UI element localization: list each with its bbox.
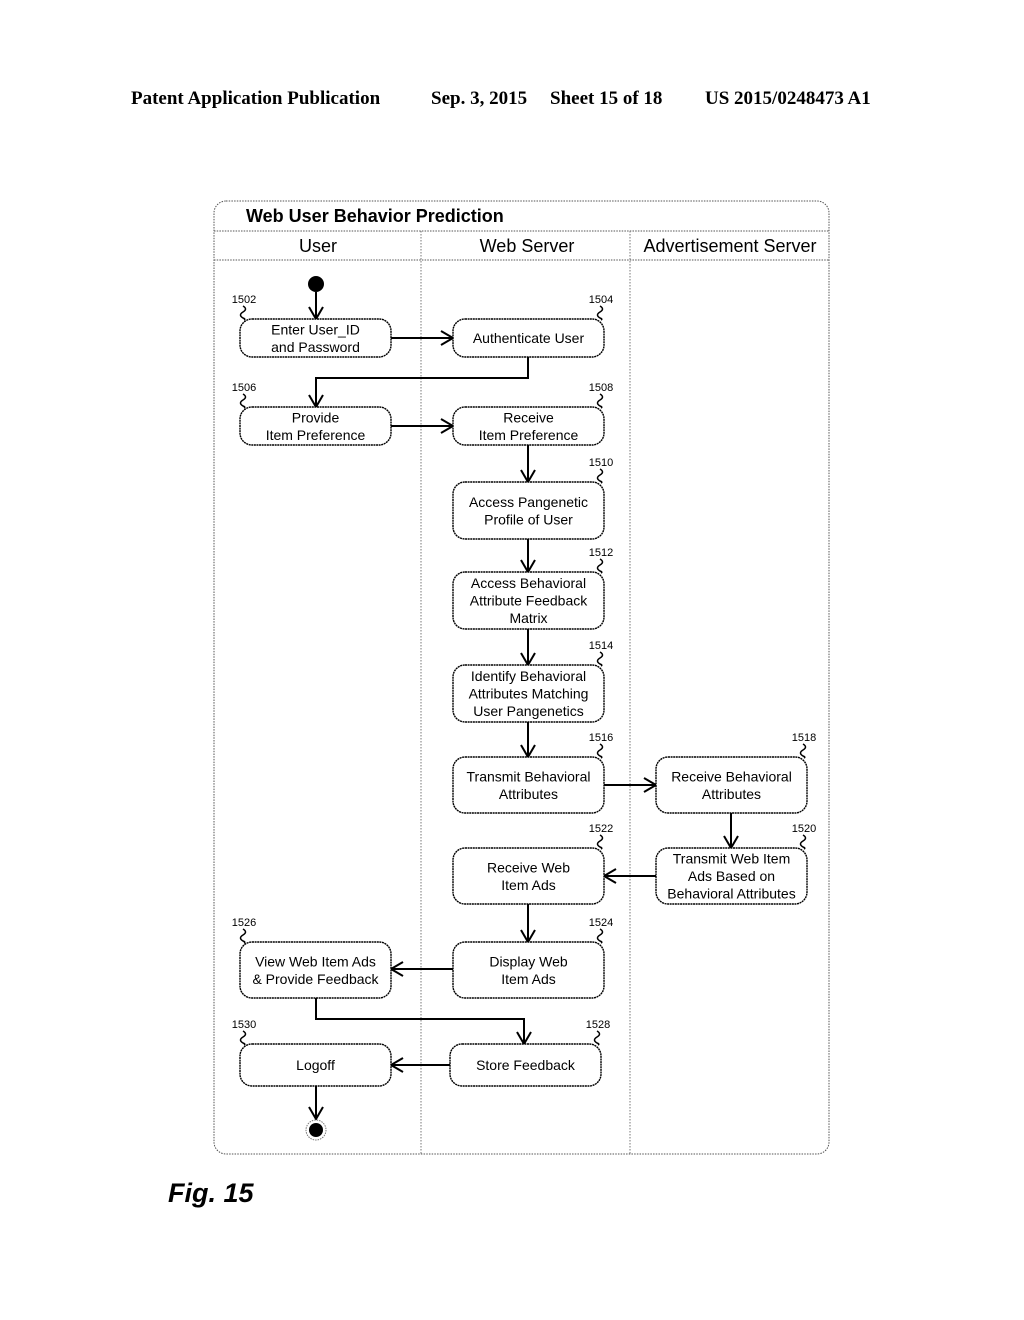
activity-label: Identify Behavioral bbox=[471, 668, 586, 684]
activity-label: & Provide Feedback bbox=[252, 971, 379, 987]
reference-number: 1522 bbox=[589, 823, 613, 835]
reference-number: 1530 bbox=[232, 1019, 256, 1031]
edge-1526-to-1528 bbox=[315, 998, 532, 1046]
activity-label: View Web Item Ads bbox=[255, 953, 376, 969]
reference-leader bbox=[596, 834, 604, 850]
activity-diagram: Web User Behavior Prediction User Web Se… bbox=[213, 200, 830, 1155]
activity-label: Display Web bbox=[489, 953, 568, 969]
activity-label: Enter User_ID bbox=[271, 321, 360, 337]
activity-label: Store Feedback bbox=[476, 1057, 576, 1073]
activity-label: and Password bbox=[271, 339, 360, 355]
reference-leader bbox=[239, 305, 247, 321]
activity-node-1506: Provide Item Preference 1506 bbox=[232, 382, 392, 446]
reference-number: 1524 bbox=[589, 917, 613, 929]
edge-1524-to-1526 bbox=[389, 961, 453, 977]
reference-leader bbox=[799, 743, 807, 759]
lane-header-user: User bbox=[299, 236, 337, 256]
activity-label: Provide bbox=[292, 409, 340, 425]
activity-node-1526: View Web Item Ads & Provide Feedback 1526 bbox=[232, 917, 392, 999]
activity-label: Item Preference bbox=[479, 427, 579, 443]
edge-line bbox=[315, 998, 525, 1044]
lane-header-web-server: Web Server bbox=[480, 236, 575, 256]
reference-number: 1510 bbox=[589, 457, 613, 469]
edge-1514-to-1516 bbox=[520, 722, 536, 759]
reference-number: 1512 bbox=[589, 547, 613, 559]
activity-node-1502: Enter User_IDand Password 1502 bbox=[232, 294, 392, 358]
end-node bbox=[309, 1123, 323, 1137]
activity-label: Authenticate User bbox=[473, 330, 585, 346]
start-node bbox=[308, 276, 324, 292]
activity-node-1504: Authenticate User 1504 bbox=[452, 294, 613, 358]
activity-label: Receive bbox=[503, 409, 554, 425]
activity-label: Transmit Behavioral bbox=[467, 768, 591, 784]
reference-leader bbox=[596, 393, 604, 409]
reference-leader bbox=[596, 468, 604, 484]
activity-node-1528: Store Feedback 1528 bbox=[449, 1019, 610, 1087]
edge-1504-to-1506 bbox=[308, 357, 529, 409]
activity-node-1512: Access Behavioral Attribute FeedbackMatri… bbox=[452, 547, 613, 630]
edge-1506-to-1508 bbox=[391, 418, 455, 434]
activity-label: Attributes Matching bbox=[469, 686, 589, 702]
lane-header-advertisement-server: Advertisement Server bbox=[643, 236, 816, 256]
activity-label: Access Behavioral bbox=[471, 575, 586, 591]
reference-leader bbox=[799, 834, 807, 850]
activity-label: Access Pangenetic bbox=[469, 494, 588, 510]
reference-number: 1508 bbox=[589, 382, 613, 394]
diagram-title: Web User Behavior Prediction bbox=[246, 206, 504, 226]
activity-node-1518: Receive Behavioral Attributes 1518 bbox=[655, 732, 816, 814]
activity-label: Matrix bbox=[509, 610, 547, 626]
activity-node-1514: Identify Behavioral Attributes MatchingUs… bbox=[452, 640, 613, 723]
reference-leader bbox=[239, 928, 247, 944]
reference-leader bbox=[239, 393, 247, 409]
reference-number: 1518 bbox=[792, 732, 816, 744]
activity-label: Item Ads bbox=[501, 971, 555, 987]
reference-leader bbox=[596, 651, 604, 667]
activity-label: Receive Web bbox=[487, 859, 570, 875]
reference-number: 1504 bbox=[589, 294, 613, 306]
edge-1502-to-1504 bbox=[391, 330, 455, 346]
reference-leader bbox=[239, 1030, 247, 1046]
reference-leader bbox=[596, 928, 604, 944]
activity-node-1530: Logoff 1530 bbox=[232, 1019, 392, 1087]
edge-1512-to-1514 bbox=[520, 629, 536, 667]
activity-label: Transmit Web Item bbox=[673, 851, 790, 867]
edge-line bbox=[315, 357, 529, 407]
activity-label: Receive Behavioral bbox=[671, 768, 792, 784]
activity-node-1520: Transmit Web ItemAds Based on Behavioral … bbox=[655, 823, 816, 905]
reference-number: 1528 bbox=[586, 1019, 610, 1031]
activity-label: Item Preference bbox=[266, 427, 366, 443]
edge-1518-to-1520 bbox=[723, 813, 739, 850]
activity-label: User Pangenetics bbox=[473, 703, 584, 719]
activity-node-1508: Receive Item Preference 1508 bbox=[452, 382, 613, 446]
edge-1522-to-1524 bbox=[520, 904, 536, 944]
activity-label: Attributes bbox=[499, 786, 558, 802]
figure-label: Fig. 15 bbox=[168, 1178, 254, 1208]
activity-node-1510: Access PangeneticProfile of User 1510 bbox=[452, 457, 613, 540]
reference-number: 1520 bbox=[792, 823, 816, 835]
reference-leader bbox=[596, 305, 604, 321]
activity-label: Behavioral Attributes bbox=[667, 886, 795, 902]
activity-label: Profile of User bbox=[484, 511, 573, 527]
edge-start-to-1502 bbox=[308, 292, 324, 321]
reference-leader bbox=[596, 558, 604, 574]
activity-label: Logoff bbox=[296, 1057, 335, 1073]
activity-label: Attribute Feedback bbox=[470, 593, 589, 609]
activity-label: Item Ads bbox=[501, 877, 555, 893]
edge-1510-to-1512 bbox=[520, 539, 536, 574]
edge-1530-to-end bbox=[308, 1086, 324, 1121]
activity-node-1524: Display Web Item Ads 1524 bbox=[452, 917, 613, 999]
activity-label: Ads Based on bbox=[688, 868, 775, 884]
activity-node-1522: Receive Web Item Ads 1522 bbox=[452, 823, 613, 905]
activity-node-1516: Transmit Behavioral Attributes 1516 bbox=[452, 732, 613, 814]
reference-number: 1506 bbox=[232, 382, 256, 394]
reference-number: 1526 bbox=[232, 917, 256, 929]
activity-label: Attributes bbox=[702, 786, 761, 802]
reference-number: 1516 bbox=[589, 732, 613, 744]
edge-1508-to-1510 bbox=[520, 445, 536, 484]
reference-number: 1502 bbox=[232, 294, 256, 306]
reference-leader bbox=[596, 743, 604, 759]
reference-leader bbox=[593, 1030, 601, 1046]
reference-number: 1514 bbox=[589, 640, 613, 652]
